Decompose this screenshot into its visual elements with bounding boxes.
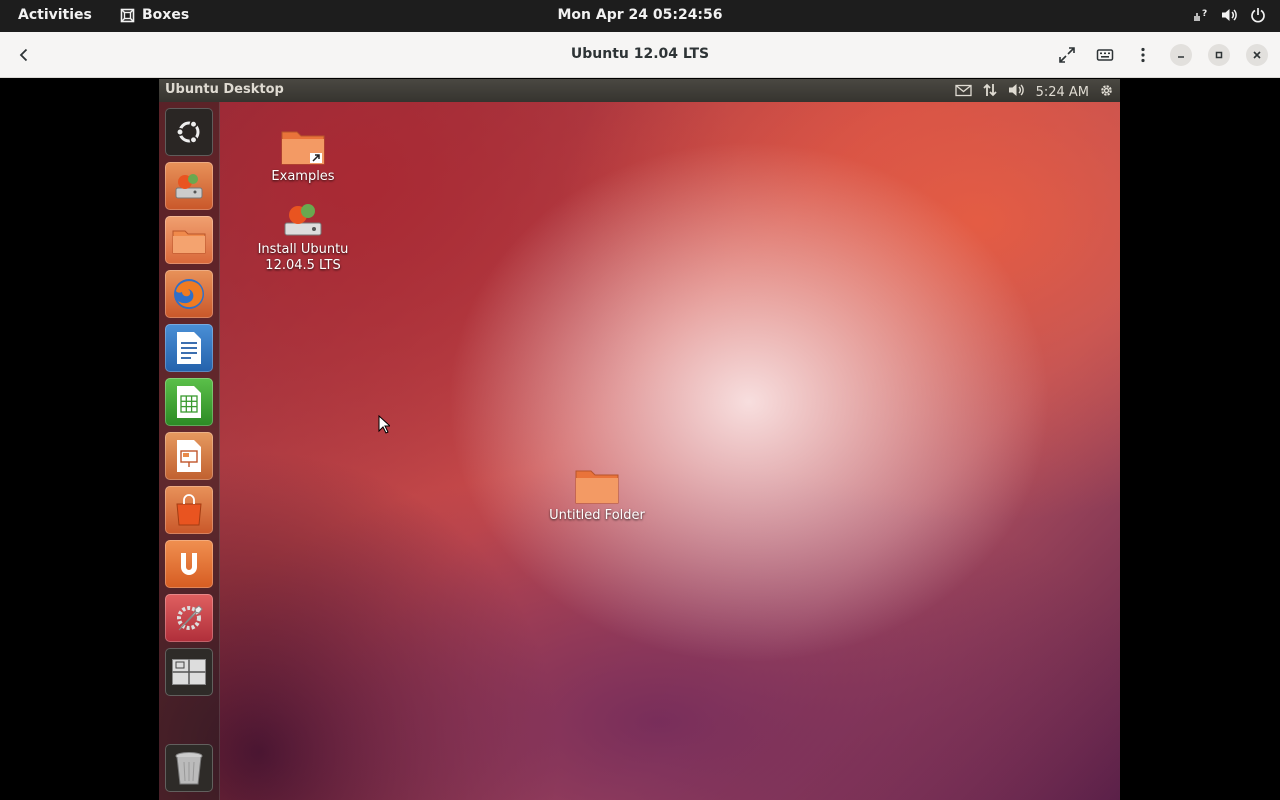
firefox-icon [174, 279, 204, 309]
session-gear-icon[interactable] [1099, 83, 1114, 102]
desktop-icon-label: Untitled Folder [549, 508, 645, 523]
keyboard-button[interactable] [1090, 40, 1120, 70]
ubuntu-logo-icon [176, 120, 200, 144]
fullscreen-button[interactable] [1052, 40, 1082, 70]
launcher-trash[interactable] [165, 744, 213, 792]
close-icon [1253, 51, 1261, 59]
minimize-icon [1178, 56, 1184, 58]
launcher-software-center[interactable] [165, 486, 213, 534]
back-button[interactable] [12, 43, 36, 67]
launcher-libreoffice-calc[interactable] [165, 378, 213, 426]
desktop-icon-examples[interactable]: Examples [248, 127, 358, 185]
vm-unity-panel: Ubuntu Desktop 5:24 AM [159, 79, 1120, 102]
launcher-workspace-switcher[interactable] [165, 648, 213, 696]
svg-text:?: ? [1202, 9, 1207, 19]
power-icon [1250, 7, 1266, 23]
install-ubuntu-icon [175, 174, 203, 199]
trash-icon [175, 752, 203, 785]
fullscreen-icon [1059, 47, 1075, 63]
mail-icon[interactable] [954, 84, 972, 101]
writer-document-icon [177, 332, 201, 364]
maximize-icon [1215, 51, 1223, 59]
close-button[interactable] [1246, 44, 1268, 66]
folder-icon [575, 470, 619, 504]
launcher-dash-home[interactable] [165, 108, 213, 156]
launcher-files[interactable] [165, 216, 213, 264]
shopping-bag-icon [176, 494, 202, 526]
desktop-icon-label-line1: Install Ubuntu [257, 242, 349, 257]
mouse-pointer-icon [378, 414, 392, 438]
workspace-switcher-icon [172, 659, 206, 685]
system-status-area[interactable]: ? [1193, 7, 1266, 23]
app-menu-boxes[interactable]: Boxes [120, 7, 189, 23]
vm-clock[interactable]: 5:24 AM [1036, 85, 1089, 100]
gnome-top-bar: Activities Boxes Mon Apr 24 05:24:56 ? [0, 0, 1280, 32]
network-wired-unknown-icon: ? [1193, 7, 1209, 23]
volume-icon [1221, 7, 1238, 23]
boxes-app-icon [120, 8, 135, 23]
launcher-install-ubuntu[interactable] [165, 162, 213, 210]
desktop-icon-label-line2: 12.04.5 LTS [265, 258, 341, 273]
install-ubuntu-icon [284, 204, 322, 236]
folder-link-icon [281, 131, 325, 165]
maximize-button[interactable] [1208, 44, 1230, 66]
impress-presentation-icon [177, 440, 201, 472]
launcher-libreoffice-writer[interactable] [165, 324, 213, 372]
desktop-icon-untitled-folder[interactable]: Untitled Folder [542, 466, 652, 524]
activities-button[interactable]: Activities [18, 7, 92, 23]
keyboard-icon [1096, 49, 1114, 61]
launcher-system-settings[interactable] [165, 594, 213, 642]
clock[interactable]: Mon Apr 24 05:24:56 [557, 7, 722, 23]
vm-display[interactable]: Ubuntu Desktop 5:24 AM Examples Install … [159, 79, 1120, 800]
vm-panel-title: Ubuntu Desktop [165, 82, 284, 97]
calc-spreadsheet-icon [177, 386, 201, 418]
launcher-firefox[interactable] [165, 270, 213, 318]
chevron-left-icon [19, 48, 28, 62]
launcher-ubuntu-one[interactable] [165, 540, 213, 588]
settings-wrench-icon [177, 605, 203, 631]
unity-launcher [159, 102, 220, 800]
boxes-header-bar: Ubuntu 12.04 LTS [0, 32, 1280, 78]
app-menu-label: Boxes [142, 7, 190, 23]
desktop-icon-label: Examples [271, 169, 335, 184]
desktop-icon-install-ubuntu[interactable]: Install Ubuntu 12.04.5 LTS [248, 198, 358, 274]
ubuntu-one-icon [181, 553, 197, 575]
minimize-button[interactable] [1170, 44, 1192, 66]
folder-icon [172, 230, 206, 254]
launcher-libreoffice-impress[interactable] [165, 432, 213, 480]
kebab-menu-icon [1141, 47, 1145, 63]
network-transfer-icon[interactable] [982, 82, 998, 102]
menu-button[interactable] [1128, 40, 1158, 70]
vm-volume-icon[interactable] [1008, 82, 1026, 102]
